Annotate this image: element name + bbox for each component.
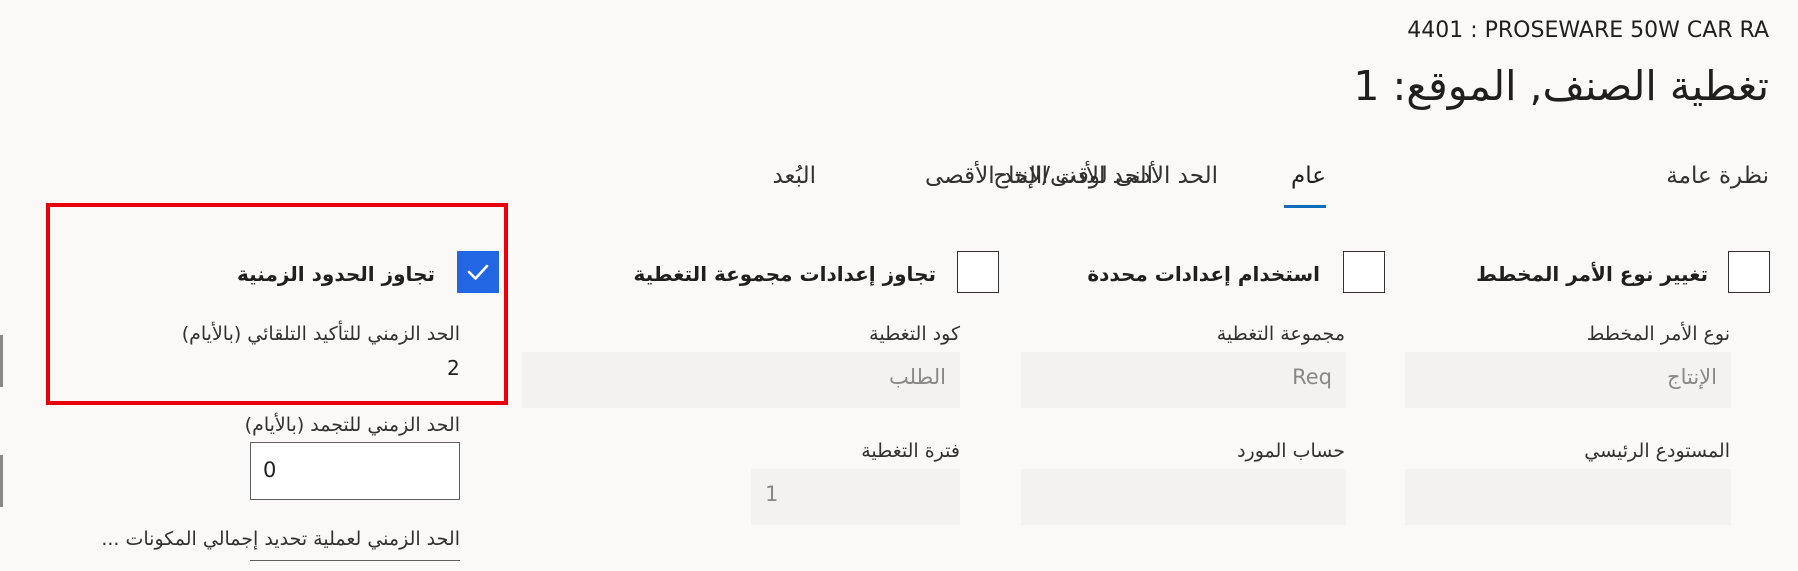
planned-order-type-field[interactable]: الإنتاج (1405, 352, 1731, 408)
coverage-period-field[interactable]: 1 (751, 469, 960, 525)
highlight-frame (46, 203, 508, 405)
main-warehouse-field[interactable] (1405, 469, 1731, 525)
main-warehouse-label: المستودع الرئيسي (1584, 440, 1730, 462)
use-specific-settings-checkbox[interactable] (1343, 251, 1385, 293)
coverage-period-label: فترة التغطية (861, 440, 960, 462)
left-edge-marker (0, 335, 3, 387)
tab-min-max[interactable]: الحد الأدنى/الحد الأقصى (925, 163, 1153, 189)
coverage-code-field[interactable]: الطلب (522, 352, 960, 408)
tab-overview[interactable]: نظرة عامة (1666, 163, 1769, 189)
coverage-group-label: مجموعة التغطية (1216, 323, 1345, 345)
coverage-group-field[interactable]: Req (1021, 352, 1346, 408)
freeze-fence-label: الحد الزمني للتجمد (بالأيام) (244, 414, 460, 436)
active-tab-indicator (1284, 205, 1326, 208)
override-coverage-group-checkbox[interactable] (957, 251, 999, 293)
vendor-account-label: حساب المورد (1237, 440, 1345, 462)
tab-general[interactable]: عام (1291, 163, 1326, 189)
change-planned-order-type-checkbox[interactable] (1728, 251, 1770, 293)
use-specific-settings-label: استخدام إعدادات محددة (1087, 262, 1320, 286)
planned-order-type-label: نوع الأمر المخطط (1586, 323, 1730, 345)
explosion-fence-label: الحد الزمني لعملية تحديد إجمالي المكونات… (101, 528, 460, 550)
vendor-account-field[interactable] (1021, 469, 1346, 525)
freeze-fence-input[interactable]: 0 (250, 442, 460, 500)
coverage-code-label: كود التغطية (869, 323, 960, 345)
override-coverage-group-label: تجاوز إعدادات مجموعة التغطية (633, 262, 936, 286)
auto-firm-fence-label: الحد الزمني للتأكيد التلقائي (بالأيام) (181, 323, 460, 345)
change-planned-order-type-label: تغيير نوع الأمر المخطط (1476, 262, 1708, 286)
auto-firm-fence-value: 2 (447, 356, 460, 380)
left-edge-marker (0, 455, 3, 507)
breadcrumb: 4401 : PROSEWARE 50W CAR RA (1407, 18, 1769, 43)
page-title: تغطية الصنف, الموقع: 1 (1353, 62, 1769, 110)
explosion-fence-input[interactable] (250, 560, 460, 571)
tab-dimension[interactable]: البُعد (772, 163, 816, 189)
